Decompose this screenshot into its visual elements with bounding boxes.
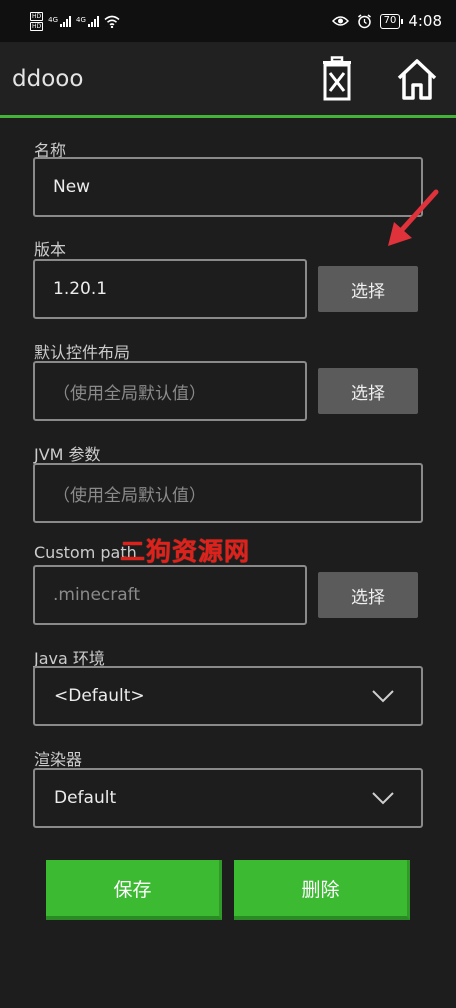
hd-badge-icon: HD HD bbox=[30, 11, 44, 31]
top-toolbar: ddooo bbox=[0, 42, 456, 118]
renderer-label: 渲染器 bbox=[34, 750, 83, 769]
java-env-selected: <Default> bbox=[54, 686, 145, 706]
wifi-icon bbox=[104, 15, 120, 28]
control-layout-input[interactable]: （使用全局默认值） bbox=[33, 361, 307, 421]
custom-path-select-button[interactable]: 选择 bbox=[318, 572, 418, 618]
signal-icon-2: 4G bbox=[76, 15, 99, 27]
eye-icon bbox=[331, 16, 349, 26]
status-right: 70 4:08 bbox=[331, 12, 442, 30]
version-label: 版本 bbox=[34, 240, 67, 259]
delete-x-icon[interactable] bbox=[314, 56, 360, 102]
delete-button[interactable]: 删除 bbox=[234, 860, 410, 920]
page-title: ddooo bbox=[12, 66, 84, 92]
java-env-dropdown[interactable]: <Default> bbox=[33, 666, 423, 726]
version-value: 1.20.1 bbox=[53, 279, 108, 299]
jvm-args-input[interactable]: （使用全局默认值） bbox=[33, 463, 423, 523]
clock: 4:08 bbox=[408, 12, 442, 30]
chevron-down-icon bbox=[372, 792, 394, 805]
version-select-button[interactable]: 选择 bbox=[318, 266, 418, 312]
control-layout-label: 默认控件布局 bbox=[34, 343, 131, 362]
alarm-icon bbox=[357, 13, 371, 28]
chevron-down-icon bbox=[372, 690, 394, 703]
jvm-args-placeholder: （使用全局默认值） bbox=[53, 485, 206, 506]
name-input[interactable]: New bbox=[33, 157, 423, 217]
custom-path-placeholder: .minecraft bbox=[53, 585, 141, 605]
save-button[interactable]: 保存 bbox=[46, 860, 222, 920]
control-layout-placeholder: （使用全局默认值） bbox=[53, 383, 206, 404]
watermark-text: 二狗资源网 bbox=[120, 537, 251, 566]
red-arrow-annotation bbox=[388, 189, 439, 246]
version-input[interactable]: 1.20.1 bbox=[33, 259, 307, 319]
control-layout-select-button[interactable]: 选择 bbox=[318, 368, 418, 414]
renderer-selected: Default bbox=[54, 788, 117, 808]
jvm-args-label: JVM 参数 bbox=[34, 445, 101, 464]
home-icon[interactable] bbox=[394, 56, 440, 102]
signal-icon: 4G bbox=[48, 15, 72, 27]
battery-icon: 70 bbox=[379, 13, 404, 29]
custom-path-input[interactable]: .minecraft bbox=[33, 565, 307, 625]
renderer-dropdown[interactable]: Default bbox=[33, 768, 423, 828]
status-bar: HD HD 4G 4G 70 4:08 bbox=[0, 0, 456, 42]
status-left: HD HD 4G 4G bbox=[30, 11, 120, 31]
name-value: New bbox=[53, 177, 91, 197]
